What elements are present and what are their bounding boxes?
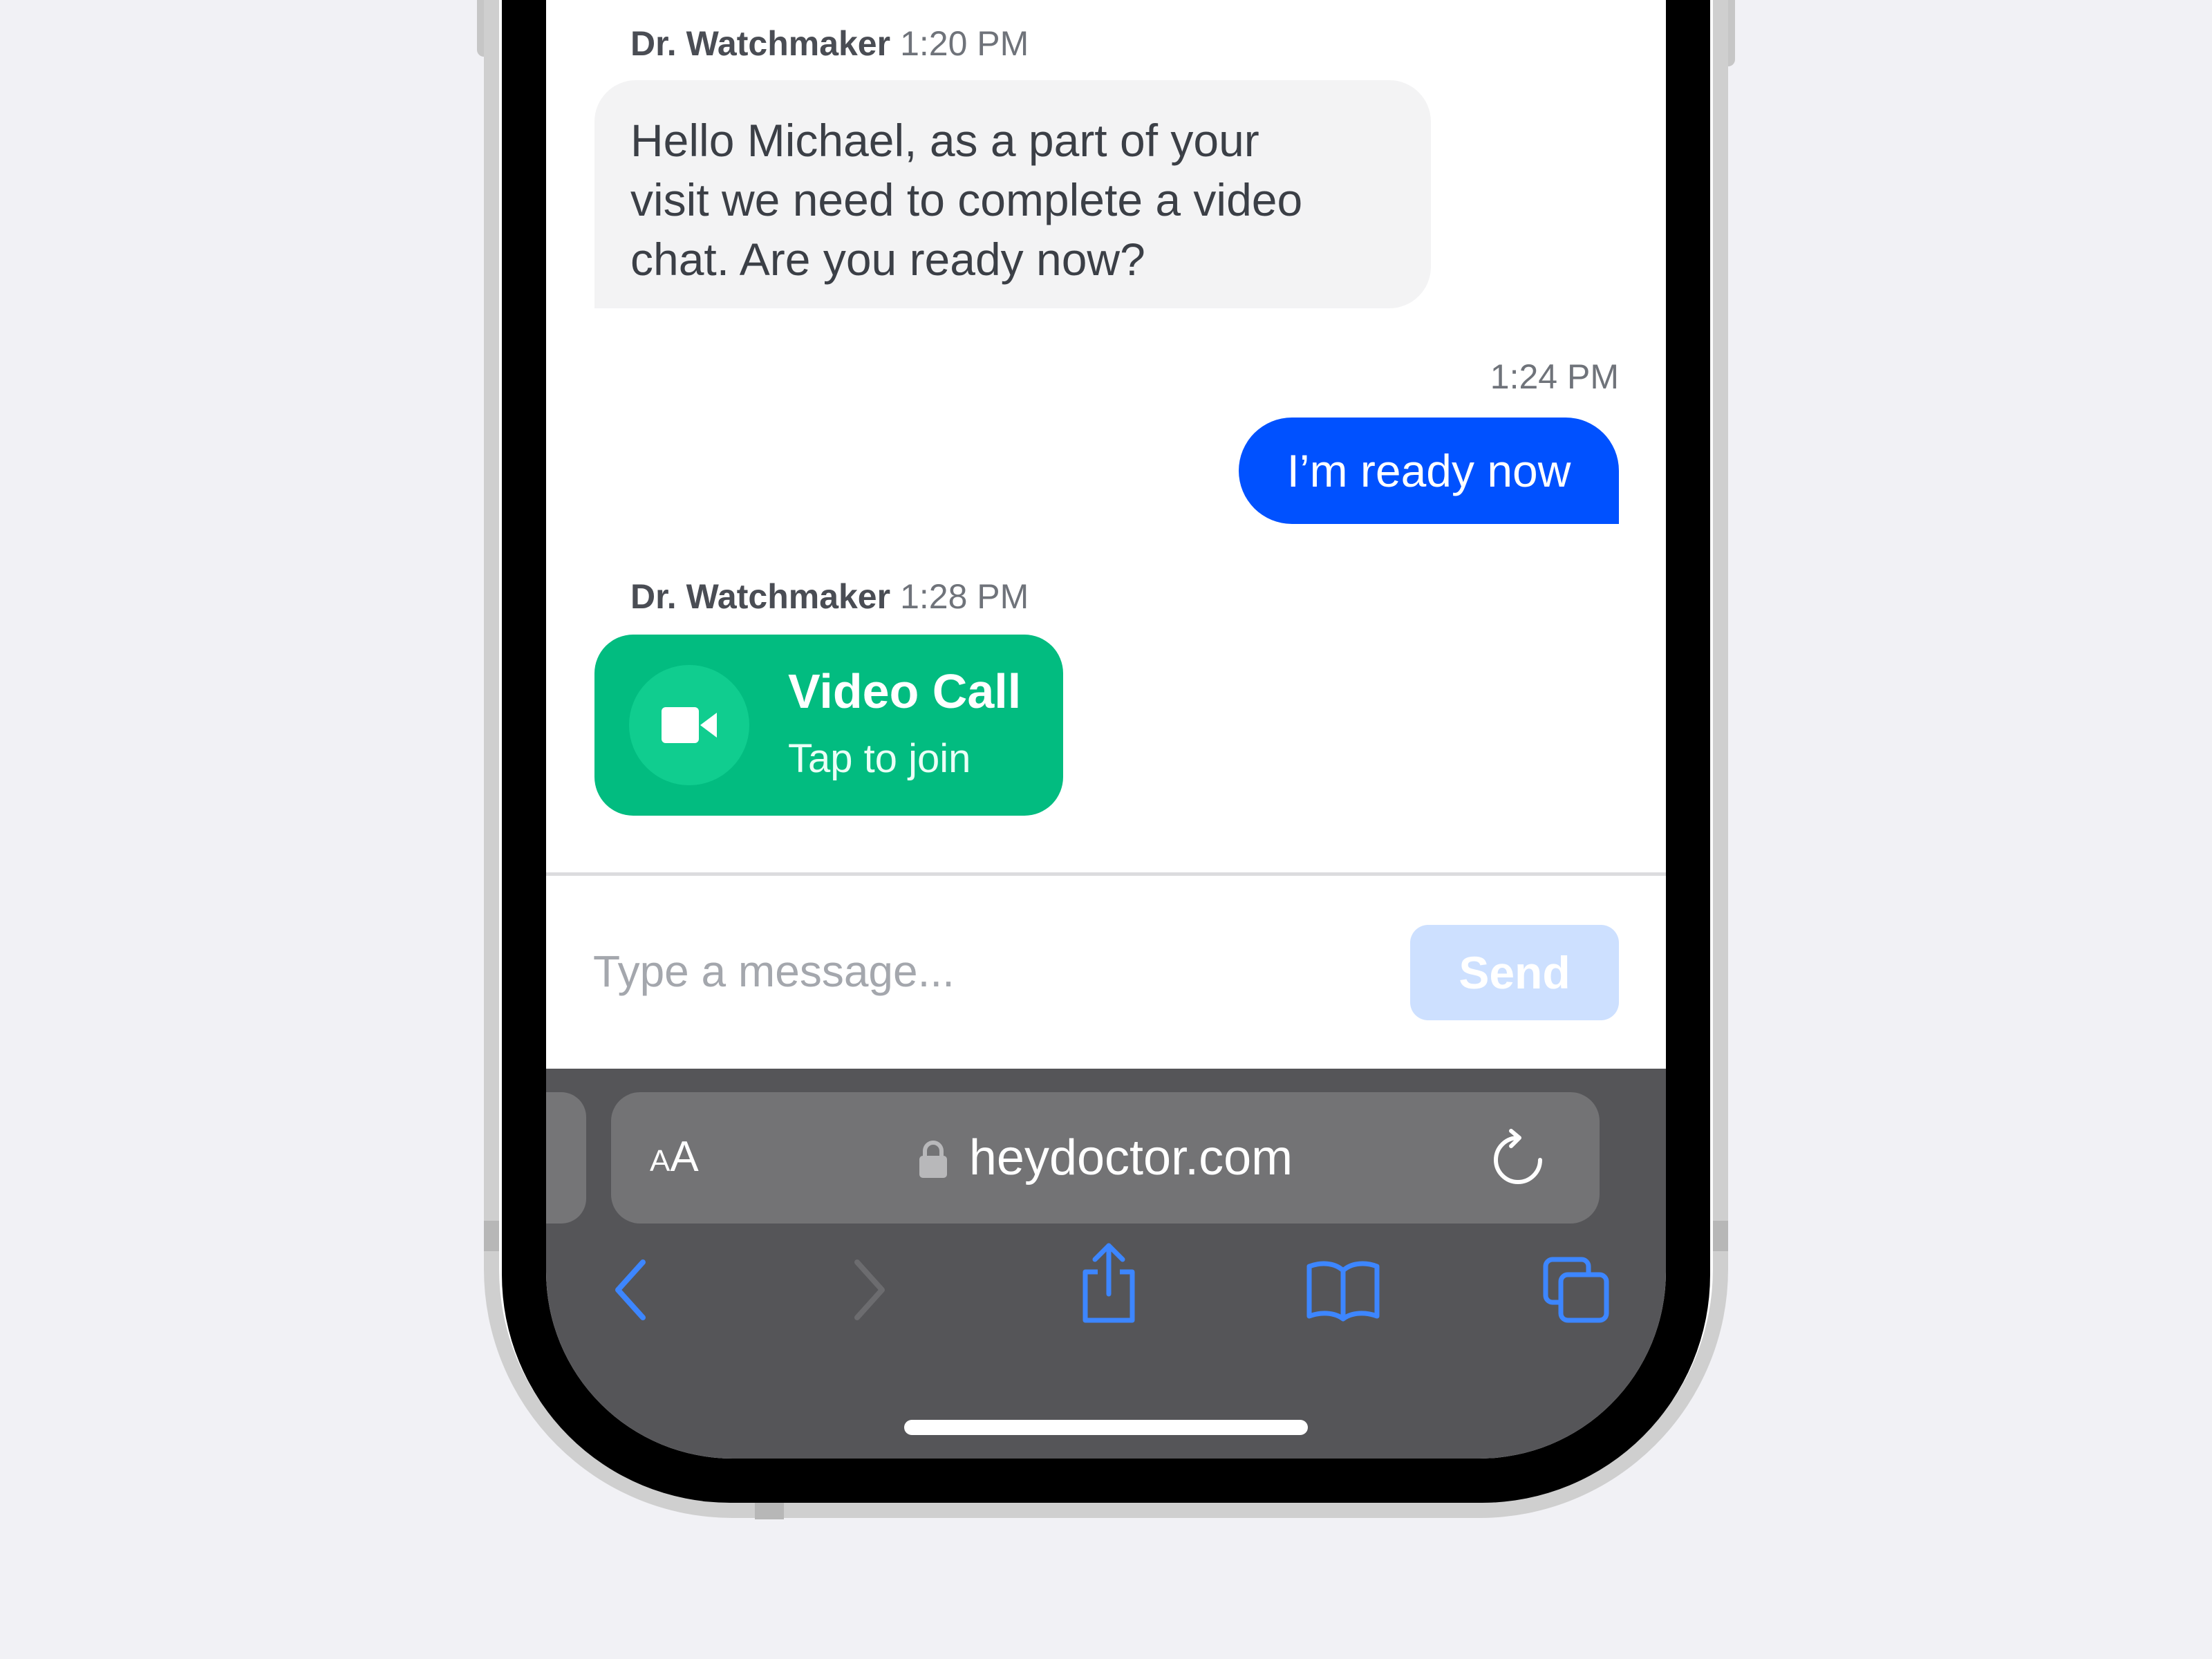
incoming-message-bubble: Hello Michael, as a part of your visit w… — [594, 80, 1431, 308]
message-time: 1:28 PM — [900, 577, 1029, 616]
sender-name: Dr. Watchmaker — [630, 577, 891, 616]
sender-name: Dr. Watchmaker — [630, 24, 891, 63]
share-icon[interactable] — [1074, 1241, 1143, 1324]
message-header: Dr. Watchmaker 1:20 PM — [630, 24, 1029, 64]
lock-icon — [919, 1141, 947, 1178]
outgoing-message-bubble: I’m ready now — [1239, 418, 1619, 524]
tabs-icon[interactable] — [1541, 1255, 1611, 1324]
video-call-button[interactable]: Video Call Tap to join — [594, 635, 1063, 816]
forward-icon[interactable] — [849, 1255, 890, 1324]
send-button[interactable]: Send — [1410, 925, 1619, 1020]
address-bar[interactable]: AA heydoctor.com — [611, 1092, 1600, 1224]
antenna-band-bottom — [755, 1501, 784, 1519]
message-input[interactable] — [593, 926, 1353, 1016]
home-indicator[interactable] — [904, 1420, 1308, 1435]
antenna-band-left — [484, 1221, 499, 1251]
phone-screen: Dr. Watchmaker 1:20 PM Hello Michael, as … — [546, 0, 1666, 1459]
message-time: 1:20 PM — [900, 24, 1029, 63]
url-display: heydoctor.com — [611, 1092, 1600, 1224]
video-camera-icon — [662, 707, 717, 743]
browser-toolbar: AA heydoctor.com — [546, 1069, 1666, 1459]
text-size-button[interactable]: AA — [650, 1132, 699, 1181]
message-header: Dr. Watchmaker 1:28 PM — [630, 577, 1029, 617]
message-time: 1:24 PM — [1490, 357, 1619, 396]
url-text: heydoctor.com — [968, 1130, 1293, 1185]
back-icon[interactable] — [610, 1255, 651, 1324]
video-icon-circle — [629, 665, 749, 785]
composer-divider — [546, 872, 1666, 876]
previous-tab-peek[interactable] — [546, 1092, 586, 1224]
video-call-subtitle: Tap to join — [788, 736, 971, 781]
antenna-band-right — [1713, 1221, 1728, 1251]
bookmarks-icon[interactable] — [1305, 1255, 1381, 1324]
video-call-title: Video Call — [788, 664, 1022, 718]
reload-icon[interactable] — [1486, 1128, 1550, 1192]
